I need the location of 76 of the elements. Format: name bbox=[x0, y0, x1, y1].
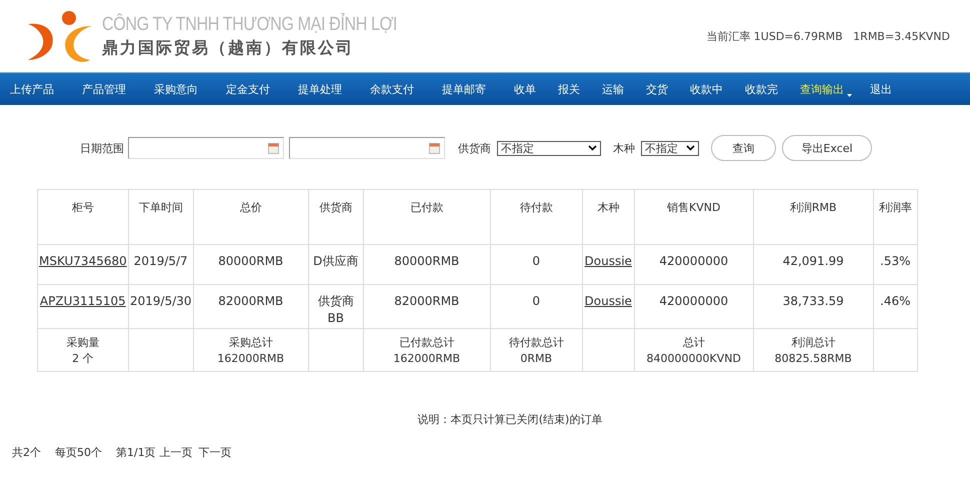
column-header: 下单时间 bbox=[128, 190, 194, 244]
table-cell: 42,091.99 bbox=[782, 254, 844, 268]
column-header: 利润RMB bbox=[753, 190, 874, 244]
total-label: 总计 bbox=[682, 336, 705, 349]
nav-item[interactable]: 上传产品 bbox=[10, 82, 54, 96]
total-label: 采购量 bbox=[66, 336, 100, 349]
nav-item[interactable]: 查询输出 bbox=[800, 82, 852, 96]
next-link[interactable]: 下一页 bbox=[198, 445, 232, 460]
table-cell: 38,733.59 bbox=[782, 294, 844, 308]
table-cell: .53% bbox=[880, 254, 910, 268]
page-size: 每页50个 bbox=[55, 445, 102, 460]
date-field[interactable] bbox=[289, 137, 445, 159]
nav-item[interactable]: 交货 bbox=[646, 82, 668, 96]
total-value: 2 个 bbox=[72, 352, 94, 365]
caret-icon bbox=[847, 94, 852, 96]
table-cell: 80000RMB bbox=[394, 254, 460, 268]
note-text: 说明：本页只计算已关闭(结束)的订单 bbox=[418, 413, 602, 426]
total-value: 840000000KVND bbox=[646, 352, 741, 365]
company-name: CÔNG TY TNHH THƯƠNG MẠI ĐỈNH LỢI bbox=[102, 14, 397, 36]
column-header: 供货商 bbox=[308, 190, 364, 244]
column-header: 已付款 bbox=[363, 190, 490, 244]
column-header: 总价 bbox=[193, 190, 308, 244]
nav-item[interactable]: 报关 bbox=[558, 82, 580, 96]
nav-item[interactable]: 提单处理 bbox=[298, 82, 342, 96]
table-cell: 0 bbox=[532, 254, 540, 268]
field-label: 日期范围 bbox=[80, 140, 124, 156]
calendar-icon[interactable] bbox=[429, 142, 440, 154]
table-cell: 2019/5/7 bbox=[134, 254, 188, 268]
field-label: 供货商 bbox=[458, 140, 491, 156]
nav-item[interactable]: 余款支付 bbox=[370, 82, 414, 96]
total-value: 162000RMB bbox=[217, 352, 284, 365]
total-value: 80825.58RMB bbox=[774, 352, 852, 365]
table-cell: 420000000 bbox=[659, 294, 728, 308]
nav-item[interactable]: 定金支付 bbox=[226, 82, 270, 96]
calendar-icon[interactable] bbox=[268, 142, 279, 154]
wood-select[interactable]: 不指定 bbox=[641, 140, 699, 156]
table-cell: 0 bbox=[532, 294, 540, 308]
supplier-select[interactable]: 不指定 bbox=[497, 140, 601, 156]
total-label: 已付款总计 bbox=[399, 336, 454, 349]
nav-item[interactable]: 产品管理 bbox=[82, 82, 126, 96]
column-header: 待付款 bbox=[490, 190, 582, 244]
table-cell: 80000RMB bbox=[218, 254, 284, 268]
table-cell: D供应商 bbox=[313, 254, 358, 268]
total-value: 0RMB bbox=[520, 352, 552, 365]
column-header: 销售KVND bbox=[634, 190, 754, 244]
total-label: 待付款总计 bbox=[508, 336, 564, 349]
table-cell: .46% bbox=[880, 294, 910, 308]
nav-item[interactable]: 退出 bbox=[870, 82, 892, 96]
nav-item[interactable]: 收单 bbox=[514, 82, 536, 96]
total-label: 利润总计 bbox=[791, 336, 836, 349]
total-value: 162000RMB bbox=[393, 352, 460, 365]
table-cell: 2019/5/30 bbox=[130, 294, 192, 308]
nav-item[interactable]: 收款中 bbox=[690, 82, 723, 96]
date-field[interactable] bbox=[128, 137, 284, 159]
page-number: 第1/1页 bbox=[116, 445, 156, 460]
nav-item[interactable]: 提单邮寄 bbox=[442, 82, 486, 96]
table-cell: 420000000 bbox=[659, 254, 728, 268]
chevron-down-icon bbox=[588, 145, 597, 151]
column-header: 利润率 bbox=[873, 190, 918, 244]
column-header: 柜号 bbox=[38, 190, 128, 244]
total-label: 采购总计 bbox=[228, 336, 273, 349]
field-label: 木种 bbox=[613, 140, 635, 156]
total-count: 共2个 bbox=[12, 445, 41, 460]
table-cell: 82000RMB bbox=[394, 294, 460, 308]
nav-item[interactable]: 运输 bbox=[602, 82, 624, 96]
query-button[interactable]: 查询 bbox=[711, 135, 776, 161]
company-name: 鼎力国际贸易（越南）有限公司 bbox=[102, 38, 355, 58]
column-header: 木种 bbox=[582, 190, 634, 244]
table-cell: 82000RMB bbox=[218, 294, 284, 308]
nav-item[interactable]: 收款完 bbox=[745, 82, 778, 96]
chevron-down-icon bbox=[686, 145, 695, 151]
export-button[interactable]: 导出Excel bbox=[782, 135, 872, 161]
exchange-rate: 当前汇率 1USD=6.79RMB 1RMB=3.45KVND bbox=[706, 28, 950, 44]
prev-link[interactable]: 上一页 bbox=[160, 445, 193, 460]
nav-item[interactable]: 采购意向 bbox=[154, 82, 198, 96]
table-cell: 供货商BB bbox=[318, 294, 354, 325]
